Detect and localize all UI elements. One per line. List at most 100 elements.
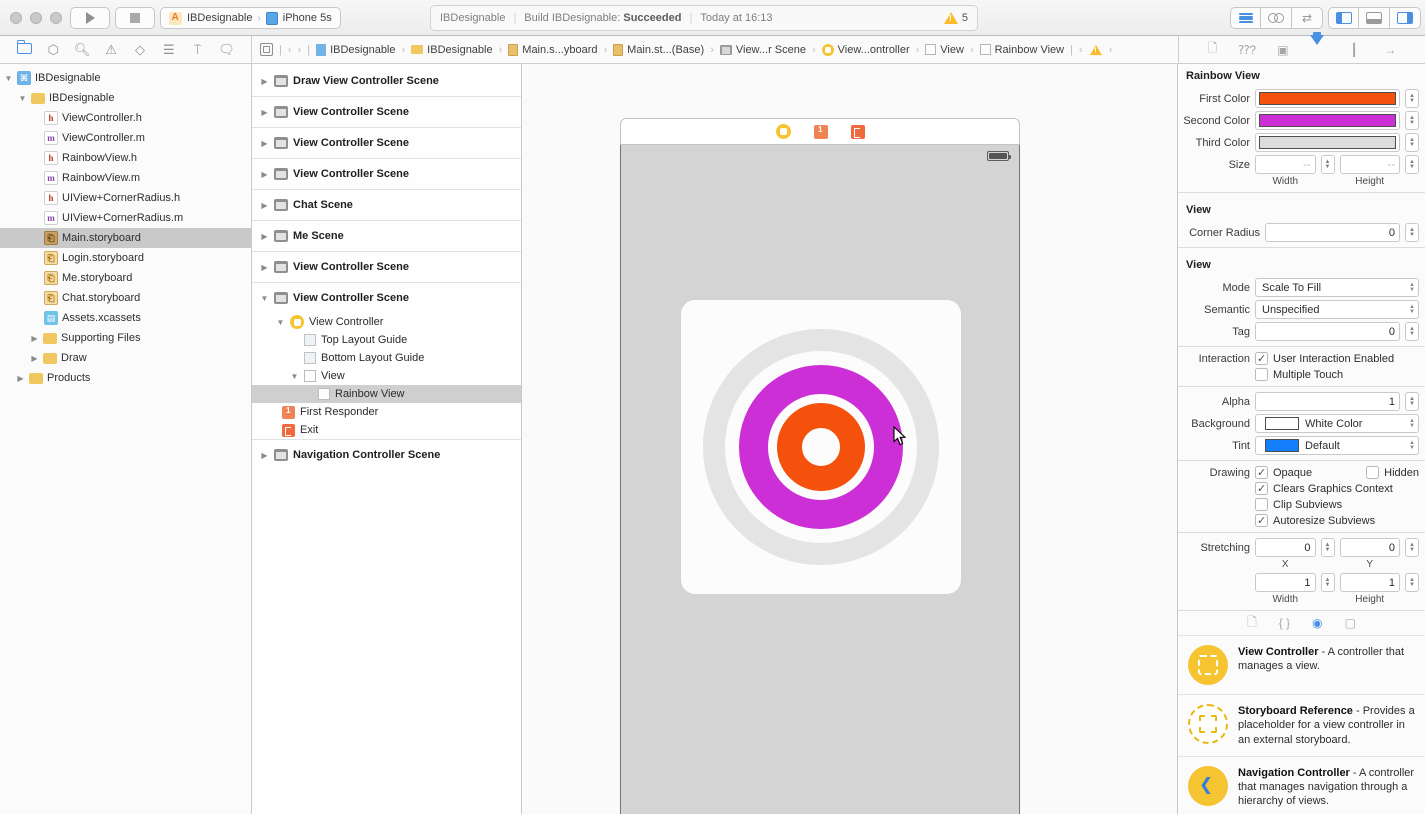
- tag-field[interactable]: 0: [1255, 322, 1400, 341]
- mode-popup[interactable]: Scale To Fill ▲ ▼: [1255, 278, 1419, 297]
- hidden-checkbox[interactable]: [1366, 466, 1380, 479]
- breadcrumb-project[interactable]: IBDesignable: [316, 43, 396, 56]
- stretching-y-stepper[interactable]: ▲ ▼: [1405, 538, 1419, 557]
- nav-item-file[interactable]: m RainbowView.m: [0, 168, 251, 188]
- nav-item-group[interactable]: ▶ Draw: [0, 348, 251, 368]
- breadcrumb-scene[interactable]: View...r Scene: [719, 44, 806, 56]
- nav-item-group[interactable]: ▼ IBDesignable: [0, 88, 251, 108]
- exit-icon[interactable]: [850, 124, 865, 139]
- nav-item-file[interactable]: h ViewController.h: [0, 108, 251, 128]
- document-outline-toggle-icon[interactable]: [260, 43, 273, 56]
- stretching-width-field[interactable]: 1: [1255, 573, 1316, 592]
- user-interaction-checkbox-row[interactable]: User Interaction Enabled: [1255, 352, 1394, 365]
- nav-item-file[interactable]: ⎗ Login.storyboard: [0, 248, 251, 268]
- size-height-stepper[interactable]: ▲ ▼: [1405, 155, 1419, 174]
- warning-icon[interactable]: [1089, 44, 1102, 55]
- toggle-inspector-button[interactable]: [1390, 7, 1421, 29]
- semantic-popup[interactable]: Unspecified ▲ ▼: [1255, 300, 1419, 319]
- media-library-tab[interactable]: ▢: [1345, 616, 1356, 630]
- alpha-field[interactable]: 1: [1255, 392, 1400, 411]
- library-item-navigation-controller[interactable]: Navigation Controller - A controller tha…: [1178, 755, 1425, 814]
- stretching-x-field[interactable]: 0: [1255, 538, 1316, 557]
- report-navigator-tab[interactable]: 🗨︎: [218, 42, 236, 58]
- nav-item-file[interactable]: h RainbowView.h: [0, 148, 251, 168]
- clip-subviews-checkbox[interactable]: [1255, 498, 1268, 511]
- outline-scene-expanded[interactable]: ▼ View Controller Scene: [252, 283, 521, 313]
- size-width-field[interactable]: --: [1255, 155, 1316, 174]
- stretching-width-stepper[interactable]: ▲ ▼: [1320, 573, 1335, 592]
- hidden-checkbox-row[interactable]: Hidden: [1366, 466, 1419, 479]
- outline-scene[interactable]: ▶ View Controller Scene: [252, 128, 521, 158]
- nav-item-file[interactable]: h UIView+CornerRadius.h: [0, 188, 251, 208]
- outline-scene[interactable]: ▶ View Controller Scene: [252, 252, 521, 282]
- nav-item-group[interactable]: ▶ Products: [0, 368, 251, 388]
- search-navigator-tab[interactable]: 🔍︎: [73, 42, 91, 58]
- autoresize-checkbox-row[interactable]: Autoresize Subviews: [1255, 514, 1375, 527]
- outline-scene[interactable]: ▶ Draw View Controller Scene: [252, 66, 521, 96]
- autoresize-checkbox[interactable]: [1255, 514, 1268, 527]
- stretching-height-field[interactable]: 1: [1339, 573, 1400, 592]
- library-item-storyboard-reference[interactable]: Storyboard Reference - Provides a placeh…: [1178, 694, 1425, 756]
- outline-view[interactable]: ▼ View: [252, 367, 521, 385]
- toggle-debug-area-button[interactable]: [1359, 7, 1390, 29]
- code-snippet-library-tab[interactable]: { }: [1279, 616, 1290, 630]
- scheme-selector[interactable]: IBDesignable › iPhone 5s: [160, 7, 341, 29]
- outline-view-controller[interactable]: ▼ View Controller: [252, 313, 521, 331]
- corner-radius-stepper[interactable]: ▲ ▼: [1405, 223, 1419, 242]
- stop-button[interactable]: [115, 7, 155, 29]
- device-screen[interactable]: [620, 145, 1020, 814]
- outline-scene[interactable]: ▶ Navigation Controller Scene: [252, 440, 521, 470]
- object-library-tab[interactable]: ◉: [1312, 616, 1322, 630]
- nav-item-group[interactable]: ▶ Supporting Files: [0, 328, 251, 348]
- first-responder-icon[interactable]: [813, 124, 828, 139]
- standard-editor-button[interactable]: [1230, 7, 1261, 29]
- background-popup[interactable]: White Color ▲ ▼: [1255, 414, 1419, 433]
- opaque-checkbox[interactable]: [1255, 466, 1268, 479]
- assistant-editor-button[interactable]: [1261, 7, 1292, 29]
- outline-scene[interactable]: ▶ View Controller Scene: [252, 97, 521, 127]
- back-button[interactable]: ‹: [288, 44, 292, 56]
- size-height-field[interactable]: --: [1339, 155, 1400, 174]
- window-zoom-button[interactable]: [50, 12, 62, 24]
- nav-item-file-selected[interactable]: ⎗ Main.storyboard: [0, 228, 251, 248]
- rainbow-view[interactable]: [681, 300, 961, 594]
- outline-first-responder[interactable]: First Responder: [252, 403, 521, 421]
- size-width-stepper[interactable]: ▲ ▼: [1320, 155, 1335, 174]
- library-item-view-controller[interactable]: View Controller - A controller that mana…: [1178, 635, 1425, 694]
- stretching-height-stepper[interactable]: ▲ ▼: [1405, 573, 1419, 592]
- outline-scene[interactable]: ▶ Me Scene: [252, 221, 521, 251]
- breadcrumb-view[interactable]: View: [925, 44, 964, 56]
- nav-item-file[interactable]: ▤ Assets.xcassets: [0, 308, 251, 328]
- issue-navigator-tab[interactable]: ⚠︎: [102, 42, 120, 58]
- outline-scene[interactable]: ▶ Chat Scene: [252, 190, 521, 220]
- outline-exit[interactable]: Exit: [252, 421, 521, 439]
- issue-counter[interactable]: 5: [943, 12, 968, 24]
- second-color-stepper[interactable]: ▲ ▼: [1405, 111, 1419, 130]
- stretching-y-field[interactable]: 0: [1339, 538, 1400, 557]
- storyboard-canvas[interactable]: [522, 64, 1178, 814]
- breadcrumb-storyboard[interactable]: Main.s...yboard: [508, 43, 597, 56]
- breakpoint-navigator-tab[interactable]: ⍑: [189, 42, 207, 58]
- first-color-stepper[interactable]: ▲ ▼: [1405, 89, 1419, 108]
- project-navigator-tab[interactable]: [15, 40, 33, 57]
- view-controller-device[interactable]: [620, 118, 1020, 814]
- file-inspector-tab[interactable]: 🗋︎: [1208, 39, 1218, 60]
- identity-inspector-tab[interactable]: ▣: [1277, 43, 1288, 57]
- first-color-well[interactable]: [1255, 89, 1400, 108]
- symbol-navigator-tab[interactable]: ⬡: [44, 42, 62, 58]
- connections-inspector-tab[interactable]: →︎: [1384, 43, 1396, 57]
- alpha-stepper[interactable]: ▲ ▼: [1405, 392, 1419, 411]
- file-template-library-tab[interactable]: 🗋︎: [1247, 613, 1257, 634]
- third-color-stepper[interactable]: ▲ ▼: [1405, 133, 1419, 152]
- second-color-well[interactable]: [1255, 111, 1400, 130]
- outline-rainbow-view-selected[interactable]: Rainbow View: [252, 385, 521, 403]
- nav-item-file[interactable]: m UIView+CornerRadius.m: [0, 208, 251, 228]
- nav-item-file[interactable]: ⎗ Chat.storyboard: [0, 288, 251, 308]
- corner-radius-field[interactable]: 0: [1265, 223, 1400, 242]
- nav-item-file[interactable]: m ViewController.m: [0, 128, 251, 148]
- multiple-touch-checkbox-row[interactable]: Multiple Touch: [1255, 368, 1343, 381]
- debug-navigator-tab[interactable]: ☰: [160, 42, 178, 58]
- nav-item-project[interactable]: ▼ ⌘ IBDesignable: [0, 68, 251, 88]
- clip-subviews-checkbox-row[interactable]: Clip Subviews: [1255, 498, 1342, 511]
- outline-top-layout-guide[interactable]: Top Layout Guide: [252, 331, 521, 349]
